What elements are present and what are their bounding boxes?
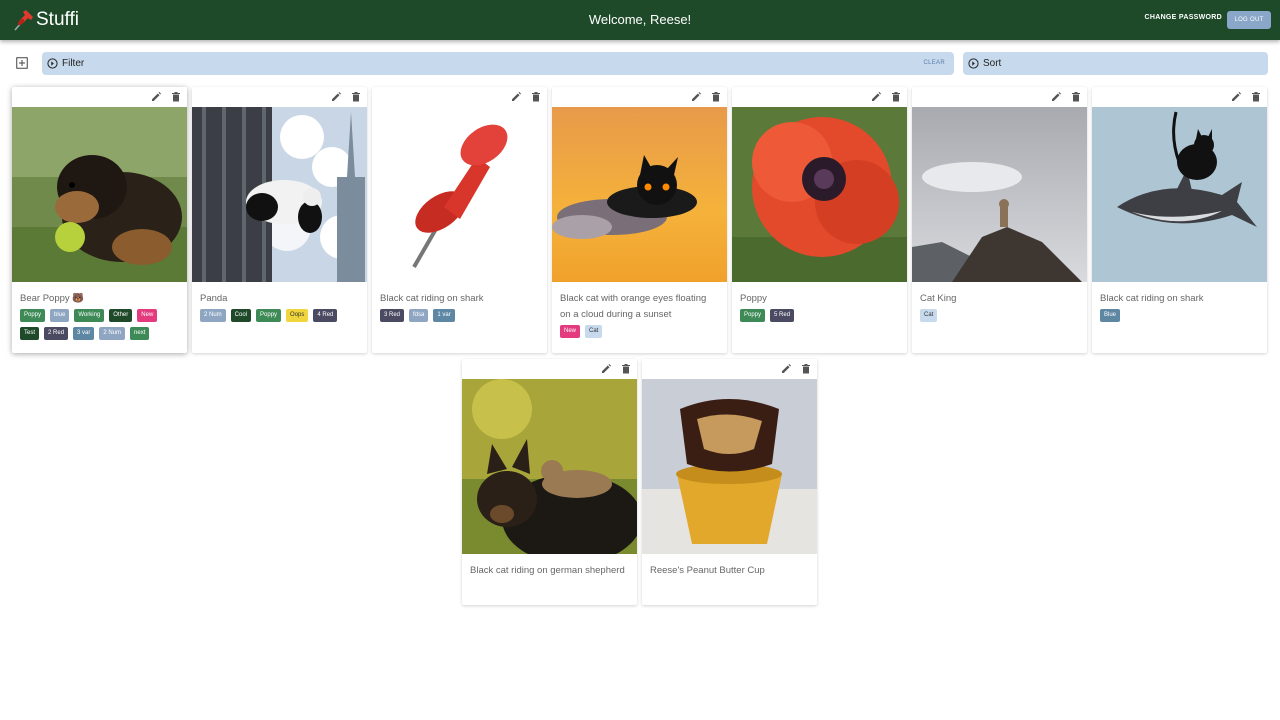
edit-pencil-icon[interactable]	[600, 363, 612, 375]
tag-chip[interactable]: blue	[50, 309, 70, 322]
welcome-message: Welcome, Reese!	[588, 12, 692, 27]
tag-list: Blue	[1092, 307, 1267, 327]
edit-pencil-icon[interactable]	[1050, 91, 1062, 103]
logout-button[interactable]: LOG OUT	[1227, 11, 1271, 29]
delete-trash-icon[interactable]	[350, 91, 362, 103]
tag-list: 3 Red fdsa 1 var	[372, 307, 547, 327]
tag-chip[interactable]: Cat	[920, 309, 938, 322]
delete-trash-icon[interactable]	[710, 91, 722, 103]
delete-trash-icon[interactable]	[530, 91, 542, 103]
tag-chip[interactable]: Blue	[1100, 309, 1121, 322]
delete-trash-icon[interactable]	[890, 91, 902, 103]
tag-chip[interactable]: Other	[109, 309, 133, 322]
sort-panel[interactable]: Sort	[963, 52, 1268, 75]
tag-chip[interactable]: 2 Num	[200, 309, 226, 322]
delete-trash-icon[interactable]	[800, 363, 812, 375]
tag-chip[interactable]: Cat	[585, 325, 603, 338]
edit-pencil-icon[interactable]	[690, 91, 702, 103]
card-title: Panda	[200, 293, 228, 304]
tag-list: Poppy 5 Red	[732, 307, 907, 327]
tag-chip[interactable]: Cool	[230, 309, 252, 322]
cat-cloud-sunset-image	[552, 107, 727, 282]
card-title: Black cat riding on shark	[380, 293, 484, 304]
expand-circle-icon	[47, 58, 58, 69]
delete-trash-icon[interactable]	[1250, 91, 1262, 103]
cat-on-rock-image	[912, 107, 1087, 282]
item-card[interactable]: Reese's Peanut Butter Cup	[642, 359, 817, 605]
delete-trash-icon[interactable]	[1070, 91, 1082, 103]
edit-pencil-icon[interactable]	[330, 91, 342, 103]
card-title: Poppy	[740, 293, 767, 304]
tag-chip[interactable]: fdsa	[409, 309, 429, 322]
card-title: Reese's Peanut Butter Cup	[650, 565, 765, 576]
item-card[interactable]: Poppy Poppy 5 Red	[732, 87, 907, 353]
item-card[interactable]: Black cat with orange eyes floating on a…	[552, 87, 727, 353]
edit-pencil-icon[interactable]	[870, 91, 882, 103]
card-title: Black cat with orange eyes floating on a…	[560, 293, 707, 320]
sort-label: Sort	[983, 58, 1002, 69]
red-pushpin-image	[372, 107, 547, 282]
tag-list: New Cat	[552, 323, 727, 343]
tag-chip[interactable]: next	[130, 327, 150, 340]
add-item-icon[interactable]	[16, 57, 28, 69]
red-poppy-flower-image	[732, 107, 907, 282]
tag-chip[interactable]: 2 Num	[99, 327, 126, 340]
card-title: Black cat riding on shark	[1100, 293, 1204, 304]
tag-chip[interactable]: 1 var	[433, 309, 455, 322]
tag-chip[interactable]: 5 Red	[770, 309, 795, 322]
filter-label: Filter	[62, 58, 85, 69]
tag-chip[interactable]: Poppy	[20, 309, 46, 322]
puppy-with-ball-image	[12, 107, 187, 282]
app-logo[interactable]: Stuffi	[12, 7, 79, 33]
item-card[interactable]: Black cat riding on german shepherd	[462, 359, 637, 605]
change-password-button[interactable]: CHANGE PASSWORD	[1145, 14, 1222, 21]
pushpin-logo-icon	[14, 10, 33, 31]
tag-chip[interactable]: Test	[20, 327, 40, 340]
expand-circle-icon	[968, 58, 979, 69]
tag-chip[interactable]: 3 var	[73, 327, 95, 340]
tag-list: Cat	[912, 307, 1087, 327]
edit-pencil-icon[interactable]	[150, 91, 162, 103]
tag-list	[642, 579, 817, 581]
tag-chip[interactable]: Oops	[286, 309, 309, 322]
tag-chip[interactable]: 3 Red	[380, 309, 405, 322]
edit-pencil-icon[interactable]	[510, 91, 522, 103]
tag-chip[interactable]: 4 Red	[313, 309, 338, 322]
card-title: Bear Poppy 🐻	[20, 293, 85, 304]
delete-trash-icon[interactable]	[620, 363, 632, 375]
edit-pencil-icon[interactable]	[1230, 91, 1242, 103]
filter-panel[interactable]: Filter CLEAR	[42, 52, 954, 75]
clear-filter-button[interactable]: CLEAR	[923, 60, 945, 66]
tag-chip[interactable]: Working	[74, 309, 105, 322]
tag-list: 2 Num Cool Poppy Oops 4 Red	[192, 307, 367, 327]
tag-chip[interactable]: New	[137, 309, 158, 322]
tag-chip[interactable]: 2 Red	[44, 327, 69, 340]
edit-pencil-icon[interactable]	[780, 363, 792, 375]
card-title: Cat King	[920, 293, 957, 304]
item-card[interactable]: Cat King Cat	[912, 87, 1087, 353]
item-card[interactable]: Black cat riding on shark Blue	[1092, 87, 1267, 353]
tag-list	[462, 579, 637, 581]
tag-chip[interactable]: New	[560, 325, 581, 338]
item-card[interactable]: Panda 2 Num Cool Poppy Oops 4 Red	[192, 87, 367, 353]
panda-on-building-image	[192, 107, 367, 282]
top-app-bar: Stuffi Welcome, Reese! CHANGE PASSWORD L…	[0, 0, 1280, 40]
peanut-butter-cup-image	[642, 379, 817, 554]
app-name: Stuffi	[36, 9, 79, 30]
delete-trash-icon[interactable]	[170, 91, 182, 103]
tag-chip[interactable]: Poppy	[740, 309, 766, 322]
item-card[interactable]: Black cat riding on shark 3 Red fdsa 1 var	[372, 87, 547, 353]
card-title: Black cat riding on german shepherd	[470, 565, 625, 576]
cat-on-shark-image	[1092, 107, 1267, 282]
cat-on-german-shepherd-image	[462, 379, 637, 554]
tag-list: Poppy blue Working Other New Test 2 Red 3 var 2 …	[12, 307, 187, 345]
item-card[interactable]: Bear Poppy 🐻 Poppy blue Working Other New Tes…	[12, 87, 187, 353]
tag-chip[interactable]: Poppy	[256, 309, 282, 322]
